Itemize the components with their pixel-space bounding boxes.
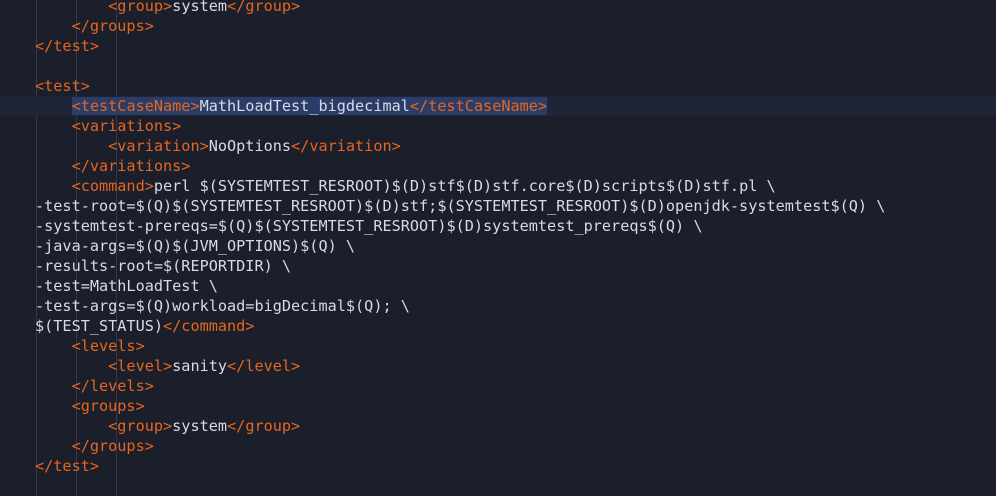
text-token: NoOptions (208, 137, 292, 155)
code-line[interactable]: <variation>NoOptions</variation> (0, 136, 996, 156)
text-token: -test-args=$(Q)workload=bigDecimal$(Q); … (35, 297, 410, 315)
code-line[interactable]: <groups> (0, 396, 996, 416)
xml-tag-token: <variations> (35, 117, 182, 135)
code-line[interactable]: </groups> (0, 16, 996, 36)
xml-tag-token: <groups> (35, 397, 145, 415)
xml-tag-token: </variations> (35, 157, 191, 175)
xml-tag-token: </command> (163, 317, 255, 335)
xml-tag-token: </level> (227, 357, 301, 375)
code-line[interactable]: $(TEST_STATUS)</command> (0, 316, 996, 336)
xml-tag-token: <levels> (35, 337, 145, 355)
code-line-content: <test> (35, 76, 90, 96)
xml-tag-token: <testCaseName> (71, 97, 200, 115)
code-line[interactable]: <group>system</group> (0, 416, 996, 436)
code-line-content: <groups> (35, 396, 145, 416)
xml-tag-token: <command> (35, 177, 154, 195)
code-line[interactable]: -test-args=$(Q)workload=bigDecimal$(Q); … (0, 296, 996, 316)
code-line[interactable]: <levels> (0, 336, 996, 356)
text-token: -test-root=$(Q)$(SYSTEMTEST_RESROOT)$(D)… (35, 197, 886, 215)
text-token: -java-args=$(Q)$(JVM_OPTIONS)$(Q) \ (35, 237, 356, 255)
code-line-content: </test> (35, 456, 99, 476)
code-line[interactable]: -test-root=$(Q)$(SYSTEMTEST_RESROOT)$(D)… (0, 196, 996, 216)
xml-tag-token: </levels> (35, 377, 154, 395)
text-token: -results-root=$(REPORTDIR) \ (35, 257, 292, 275)
text-token: sanity (172, 357, 228, 375)
text-token: system (172, 0, 228, 15)
code-line-content: $(TEST_STATUS)</command> (35, 316, 254, 336)
code-line-content: <levels> (35, 336, 145, 356)
code-line[interactable]: -systemtest-prereqs=$(Q)$(SYSTEMTEST_RES… (0, 216, 996, 236)
xml-tag-token: < (35, 0, 118, 15)
xml-tag-token: <test> (35, 77, 90, 95)
xml-tag-token: <level> (35, 357, 173, 375)
code-line-content: </groups> (35, 16, 154, 36)
code-line-content: -results-root=$(REPORTDIR) \ (35, 256, 291, 276)
xml-tag-token: <group> (35, 417, 173, 435)
code-line-content: -test-args=$(Q)workload=bigDecimal$(Q); … (35, 296, 410, 316)
xml-tag-token: </group> (227, 417, 301, 435)
code-line-content: -systemtest-prereqs=$(Q)$(SYSTEMTEST_RES… (35, 216, 703, 236)
text-token: system (172, 417, 228, 435)
code-line-content: <command>perl $(SYSTEMTEST_RESROOT)$(D)s… (35, 176, 776, 196)
code-line-content: <group>system</group> (35, 0, 300, 16)
code-line[interactable] (0, 56, 996, 76)
code-line[interactable]: <test> (0, 76, 996, 96)
code-line-content: </variations> (35, 156, 191, 176)
code-line-content: </groups> (35, 436, 154, 456)
text-token: -test=MathLoadTest \ (35, 277, 218, 295)
text-token: $(TEST_STATUS) (35, 317, 164, 335)
text-token: -systemtest-prereqs=$(Q)$(SYSTEMTEST_RES… (35, 217, 703, 235)
code-line[interactable]: </groups> (0, 436, 996, 456)
code-line[interactable]: <group>system</group> (0, 0, 996, 16)
xml-tag-token: </group> (227, 0, 301, 15)
code-line-content: <group>system</group> (35, 416, 300, 436)
code-line[interactable]: <level>sanity</level> (0, 356, 996, 376)
code-line[interactable]: </test> (0, 456, 996, 476)
xml-tag-token: > (163, 0, 173, 15)
xml-tag-token: </test> (35, 37, 100, 55)
code-line-content: -java-args=$(Q)$(JVM_OPTIONS)$(Q) \ (35, 236, 355, 256)
text-token: MathLoadTest_bigdecimal (199, 97, 410, 115)
code-line[interactable]: <testCaseName>MathLoadTest_bigdecimal</t… (0, 96, 996, 116)
code-line-content: <testCaseName>MathLoadTest_bigdecimal</t… (35, 96, 548, 116)
code-line[interactable]: -results-root=$(REPORTDIR) \ (0, 256, 996, 276)
code-line-content: -test=MathLoadTest \ (35, 276, 218, 296)
xml-tag-token: </testCaseName> (409, 97, 548, 115)
code-line[interactable]: -java-args=$(Q)$(JVM_OPTIONS)$(Q) \ (0, 236, 996, 256)
xml-tag-token: group (117, 0, 164, 15)
code-line-content: </levels> (35, 376, 154, 396)
code-line[interactable]: -test=MathLoadTest \ (0, 276, 996, 296)
text-token: perl $(SYSTEMTEST_RESROOT)$(D)stf$(D)stf… (153, 177, 776, 195)
code-line[interactable]: </test> (0, 36, 996, 56)
code-line-content: -test-root=$(Q)$(SYSTEMTEST_RESROOT)$(D)… (35, 196, 885, 216)
code-line[interactable]: <command>perl $(SYSTEMTEST_RESROOT)$(D)s… (0, 176, 996, 196)
code-line-content: <level>sanity</level> (35, 356, 300, 376)
code-line-content: <variation>NoOptions</variation> (35, 136, 401, 156)
xml-tag-token: </groups> (35, 437, 154, 455)
code-line[interactable]: </variations> (0, 156, 996, 176)
code-editor[interactable]: <group>system</group> </groups> </test> <t… (0, 0, 996, 496)
xml-tag-token: <variation> (35, 137, 209, 155)
xml-tag-token: </variation> (291, 137, 401, 155)
code-line[interactable]: </levels> (0, 376, 996, 396)
code-line-content: <variations> (35, 116, 182, 136)
xml-tag-token: </test> (35, 457, 100, 475)
code-line-content: </test> (35, 36, 99, 56)
xml-tag-token: </groups> (35, 17, 154, 35)
code-line[interactable]: <variations> (0, 116, 996, 136)
